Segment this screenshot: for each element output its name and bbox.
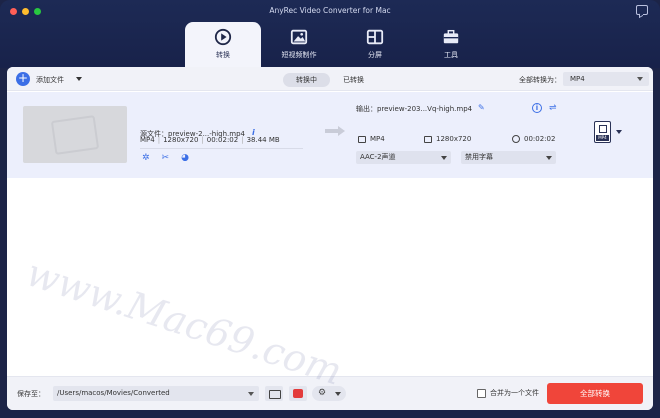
- toolbox-icon: [443, 29, 459, 44]
- add-file-icon[interactable]: +: [16, 72, 30, 86]
- divider: [140, 148, 303, 149]
- file-item: 源文件：preview-2...-high.mp4 i MP4 1280x720…: [7, 92, 653, 178]
- source-resolution: 1280x720: [155, 136, 198, 144]
- tab-label: 短视频制作: [281, 51, 317, 59]
- tab-label: 工具: [444, 51, 458, 59]
- merge-label: 合并为一个文件: [490, 389, 539, 397]
- film-icon: [358, 135, 366, 143]
- hardware-acceleration-icon[interactable]: [289, 386, 307, 401]
- compress-icon[interactable]: ⇌: [549, 103, 557, 113]
- tab-label: 转换: [216, 51, 230, 59]
- format-dropdown-icon[interactable]: [616, 130, 622, 134]
- save-to-label: 保存至：: [17, 390, 45, 398]
- tab-tools[interactable]: 工具: [413, 22, 489, 67]
- feedback-icon[interactable]: [636, 5, 648, 15]
- convert-all-to-label: 全部转换为：: [519, 76, 561, 84]
- convert-icon: [214, 28, 232, 46]
- convert-all-format-select[interactable]: MP4: [563, 72, 649, 86]
- output-info-icon[interactable]: i: [532, 103, 542, 113]
- source-duration: 00:02:02: [198, 136, 238, 144]
- clock-icon: [512, 135, 520, 143]
- cut-icon[interactable]: ✂: [162, 153, 170, 163]
- tab-short-video[interactable]: 短视频制作: [261, 22, 337, 67]
- tab-converting[interactable]: 转换中: [283, 73, 330, 87]
- tab-label: 分屏: [368, 51, 382, 59]
- settings-gear-icon[interactable]: ⚙: [312, 386, 346, 401]
- toolbar: + 添加文件 转换中 已转换 全部转换为： MP4: [7, 67, 653, 91]
- edit-tools: ✲ ✂ ◕: [142, 153, 189, 163]
- audio-track-select[interactable]: AAC-2声道: [356, 151, 451, 164]
- enhance-icon[interactable]: ✲: [142, 153, 150, 163]
- add-files-dropdown-icon[interactable]: [76, 77, 82, 81]
- status-segmented-control: 转换中 已转换: [283, 73, 377, 87]
- bottom-bar: 保存至： /Users/macos/Movies/Converted ⚙ 合并为…: [7, 376, 653, 410]
- source-size: 38.44 MB: [238, 136, 280, 144]
- source-format: MP4: [140, 136, 155, 144]
- tab-split-screen[interactable]: 分屏: [337, 22, 413, 67]
- split-screen-icon: [366, 29, 384, 45]
- title-bar: AnyRec Video Converter for Mac 转换 短视频制作: [0, 0, 660, 68]
- merge-option[interactable]: 合并为一个文件: [477, 388, 539, 398]
- main-panel: + 添加文件 转换中 已转换 全部转换为： MP4 源文件：preview-2.…: [7, 67, 653, 410]
- output-filename: 输出：preview-203...Vq-high.mp4: [356, 105, 473, 113]
- open-folder-icon[interactable]: [265, 386, 283, 401]
- video-thumbnail[interactable]: [23, 106, 127, 163]
- main-nav-tabs: 转换 短视频制作 分屏 工具: [185, 22, 489, 67]
- tab-convert[interactable]: 转换: [185, 22, 261, 67]
- output-duration: 00:02:02: [524, 135, 556, 143]
- format-badge-label: MP4: [596, 135, 609, 141]
- edit-name-icon[interactable]: ✎: [478, 103, 485, 112]
- output-metadata: MP4 1280x720 00:02:02: [356, 135, 566, 145]
- image-icon: [290, 29, 308, 45]
- save-path-select[interactable]: /Users/macos/Movies/Converted: [53, 386, 259, 401]
- merge-checkbox[interactable]: [477, 388, 486, 398]
- output-format: MP4: [370, 135, 385, 143]
- output-format-icon[interactable]: MP4: [594, 121, 611, 143]
- subtitle-select[interactable]: 禁用字幕: [461, 151, 556, 164]
- convert-all-button[interactable]: 全部转换: [547, 383, 643, 404]
- add-files-button[interactable]: 添加文件: [36, 75, 64, 85]
- output-resolution: 1280x720: [436, 135, 472, 143]
- palette-icon[interactable]: ◕: [181, 153, 189, 163]
- tab-converted[interactable]: 已转换: [330, 73, 377, 87]
- window-title: AnyRec Video Converter for Mac: [269, 6, 391, 15]
- arrow-right-icon: [325, 126, 345, 136]
- source-metadata: MP4 1280x720 00:02:02 38.44 MB: [140, 136, 280, 144]
- resolution-icon: [424, 135, 432, 143]
